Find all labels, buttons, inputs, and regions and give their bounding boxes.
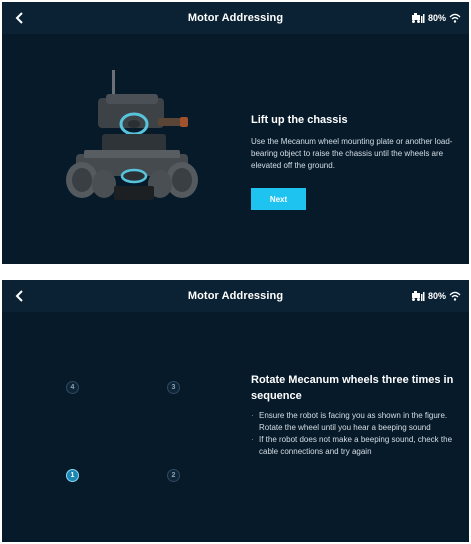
instruction-title: Lift up the chassis — [251, 114, 348, 126]
instruction-panel: Rotate Mecanum wheels three times in seq… — [251, 372, 456, 458]
status-area: 80% — [411, 280, 461, 312]
instruction-steps: Ensure the robot is facing you as shown … — [251, 410, 456, 458]
page-title: Motor Addressing — [187, 12, 284, 24]
robot-status-icon — [411, 291, 425, 301]
screen-lift-chassis: Motor Addressing 80% Lift up the chassis… — [2, 2, 469, 264]
battery-level: 80% — [427, 13, 446, 23]
wheel-indicator-4: 4 — [66, 381, 79, 394]
instruction-panel: Lift up the chassis Use the Mecanum whee… — [251, 112, 456, 210]
instruction-step: Ensure the robot is facing you as shown … — [251, 410, 456, 434]
page-title: Motor Addressing — [187, 290, 284, 302]
next-button[interactable]: Next — [251, 188, 306, 210]
status-area: 80% — [411, 2, 461, 34]
wheel-indicator-2: 2 — [167, 469, 180, 482]
wifi-icon — [449, 13, 461, 23]
battery-level: 80% — [427, 291, 446, 301]
screen-rotate-wheels: Motor Addressing 80% 4 3 1 2 Rotate Meca… — [2, 280, 469, 542]
wifi-icon — [449, 291, 461, 301]
instruction-step: If the robot does not make a beeping sou… — [251, 434, 456, 458]
instruction-text: Use the Mecanum wheel mounting plate or … — [251, 137, 453, 170]
top-bar: Motor Addressing 80% — [2, 280, 469, 312]
wheel-indicator-3: 3 — [167, 381, 180, 394]
wheel-indicator-1: 1 — [66, 469, 79, 482]
robot-illustration — [66, 70, 198, 200]
instruction-title: Rotate Mecanum wheels three times in seq… — [251, 374, 454, 402]
top-bar: Motor Addressing 80% — [2, 2, 469, 34]
robot-status-icon — [411, 13, 425, 23]
